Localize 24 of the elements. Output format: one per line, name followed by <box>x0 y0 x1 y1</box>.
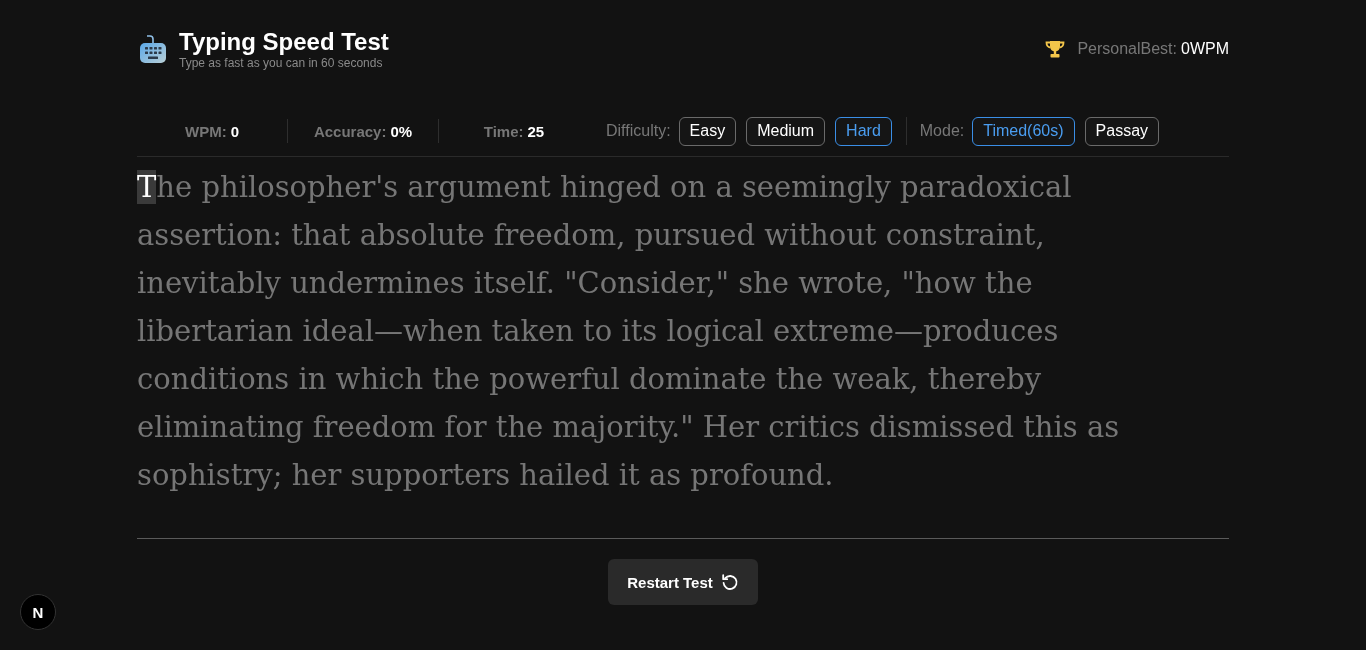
app-title: Typing Speed Test <box>179 28 389 56</box>
current-character: T <box>137 170 157 204</box>
difficulty-button[interactable]: Medium <box>746 116 826 146</box>
stat-label: Accuracy: <box>313 122 387 140</box>
stat-label: WPM: <box>185 122 227 140</box>
personal-best-label: PersonalBest: <box>1077 40 1177 58</box>
mode-button[interactable]: Passay <box>1084 116 1160 146</box>
stat-value: 25 <box>527 122 545 140</box>
stat-label: Time: <box>483 122 524 140</box>
trophy-icon <box>1045 40 1066 58</box>
difficulty-button[interactable]: Hard <box>835 116 892 146</box>
difficulty-button[interactable]: Easy <box>678 116 737 146</box>
dev-indicator-button[interactable]: N <box>20 594 56 630</box>
restart-icon <box>720 573 739 591</box>
keyboard-icon <box>140 35 166 63</box>
difficulty-label: Difficulty: <box>606 122 671 140</box>
mode-label: Mode: <box>919 122 965 140</box>
mode-button[interactable]: Timed(60s) <box>972 116 1075 146</box>
passage-text: The philosopher's argument hinged on a seemingly paradoxical assertion: that absolute freedom, pursued without constraint, inevitably undermines itself. "Consider," she wrote, "how the libertarian ideal—when taken to its logical extreme—produces conditions in which the powerful dominate the weak, thereby eliminating freedom for the majority." Her critics dismissed this as sophistry; her supporters hailed it as profound. <box>137 169 1121 494</box>
personal-best-value: 0WPM <box>1181 40 1229 58</box>
stat-value: 0 <box>230 122 239 140</box>
app-subtitle: Type as fast as you can in 60 seconds <box>179 56 384 70</box>
restart-button[interactable]: Restart Test <box>608 559 758 605</box>
stat-value: 0% <box>390 122 413 140</box>
